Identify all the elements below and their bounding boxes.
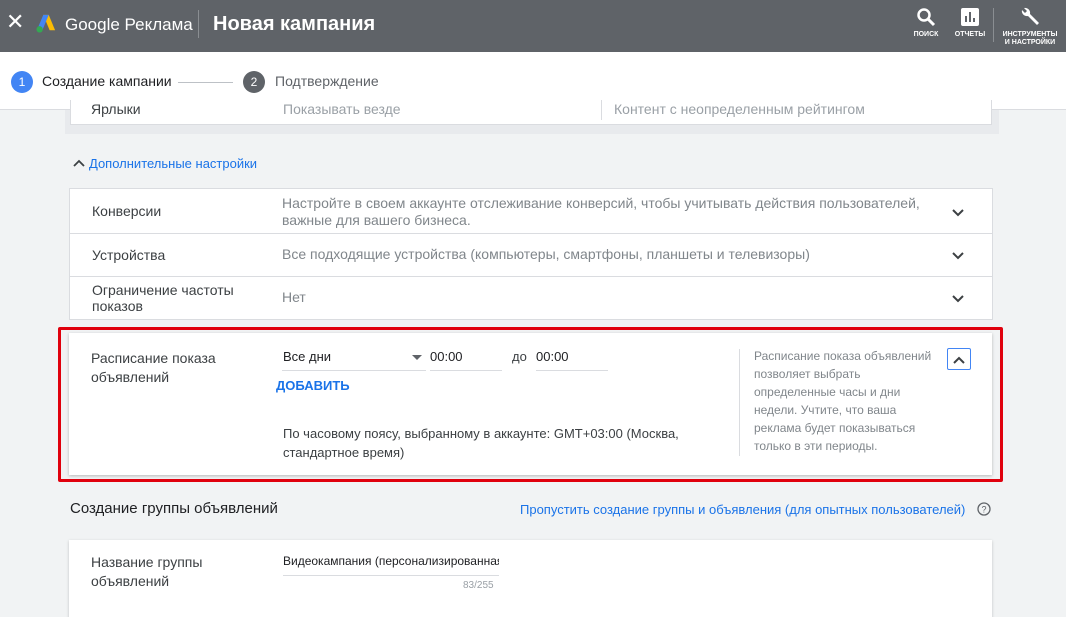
setting-value: Нет xyxy=(282,289,306,305)
search-icon xyxy=(912,6,940,28)
setting-row-devices[interactable]: Устройства Все подходящие устройства (ко… xyxy=(70,234,992,277)
setting-label: Ограничение частоты показов xyxy=(92,282,234,314)
advanced-settings-list: Конверсии Настройте в своем аккаунте отс… xyxy=(69,188,993,320)
labels-row-divider xyxy=(601,100,602,120)
svg-text:?: ? xyxy=(981,505,986,515)
help-icon[interactable]: ? xyxy=(977,502,991,516)
labels-row-value-2: Контент с неопределенным рейтингом xyxy=(614,101,865,117)
tools-label: ИНСТРУМЕНТЫ И НАСТРОЙКИ xyxy=(1000,31,1060,47)
ad-group-name-input[interactable]: Видеокампания (персонализированная xyxy=(283,552,499,576)
header-divider xyxy=(993,8,994,42)
ad-group-name-panel: Название группы объявлений Видеокампания… xyxy=(69,540,992,617)
tools-label-line1: ИНСТРУМЕНТЫ xyxy=(1002,31,1058,38)
step-1-number: 1 xyxy=(11,71,33,93)
page-title: Новая кампания xyxy=(213,13,376,35)
search-button[interactable]: ПОИСК xyxy=(912,6,940,39)
skip-ad-group-link[interactable]: Пропустить создание группы и объявления … xyxy=(520,502,965,517)
close-icon[interactable]: ✕ xyxy=(6,11,24,33)
wrench-icon xyxy=(1000,6,1060,28)
tools-label-line2: И НАСТРОЙКИ xyxy=(1004,39,1056,46)
top-app-bar: ✕ Google Реклама Новая кампания ПОИСК ОТ… xyxy=(0,0,1066,52)
setting-row-frequency[interactable]: Ограничение частоты показов xyxy=(70,277,234,320)
chevron-down-icon[interactable] xyxy=(950,293,966,305)
ad-group-section-title: Создание группы объявлений xyxy=(70,500,278,517)
highlight-frame xyxy=(58,327,1003,482)
setting-label: Устройства xyxy=(92,247,166,263)
search-label: ПОИСК xyxy=(913,31,939,38)
chevron-down-icon[interactable] xyxy=(950,207,966,219)
reports-button[interactable]: ОТЧЕТЫ xyxy=(954,6,986,39)
step-1-label[interactable]: Создание кампании xyxy=(42,73,172,89)
step-2-label[interactable]: Подтверждение xyxy=(275,73,379,89)
advanced-settings-label: Дополнительные настройки xyxy=(89,156,258,171)
reports-icon xyxy=(954,6,986,28)
step-2-number: 2 xyxy=(243,71,265,93)
ad-group-name-label: Название группы объявлений xyxy=(91,554,203,589)
labels-row-value: Показывать везде xyxy=(283,101,401,117)
setting-value: Все подходящие устройства (компьютеры, с… xyxy=(282,246,810,262)
tools-settings-button[interactable]: ИНСТРУМЕНТЫ И НАСТРОЙКИ xyxy=(1000,6,1060,47)
chevron-down-icon[interactable] xyxy=(950,250,966,262)
labels-row-title: Ярлыки xyxy=(91,101,141,117)
setting-row-conversions[interactable]: Конверсии Настройте в своем аккаунте отс… xyxy=(70,189,992,234)
labels-row[interactable]: Ярлыки Показывать везде Контент с неопре… xyxy=(70,100,992,125)
setting-value: Настройте в своем аккаунте отслеживание … xyxy=(282,195,920,228)
brand-name: Google Реклама xyxy=(65,15,193,34)
chevron-up-icon xyxy=(73,159,85,167)
setting-label: Конверсии xyxy=(92,203,162,219)
advanced-settings-toggle[interactable]: Дополнительные настройки xyxy=(73,156,257,171)
step-connector xyxy=(178,82,233,83)
reports-label: ОТЧЕТЫ xyxy=(954,31,986,38)
character-counter: 83/255 xyxy=(463,580,494,591)
google-ads-logo xyxy=(36,14,56,33)
header-divider xyxy=(198,10,199,38)
